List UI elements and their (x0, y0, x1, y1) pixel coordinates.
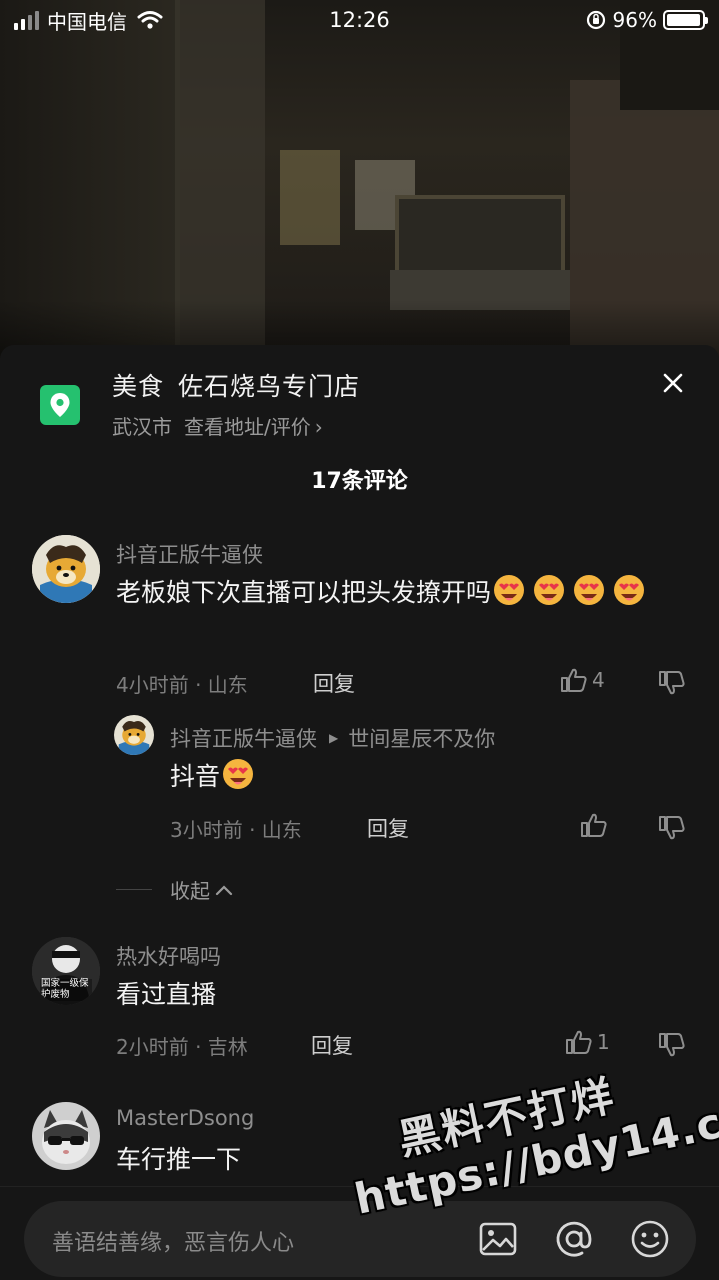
reply-button[interactable]: 回复 (311, 1030, 353, 1060)
reply-text: 抖音 (170, 757, 260, 797)
heart-eyes-emoji-icon (531, 573, 567, 607)
collapse-replies-button[interactable]: 收起 (116, 875, 234, 904)
reply-meta: 3小时前 · 山东 (170, 818, 302, 842)
status-bar: 中国电信 12:26 96% (0, 0, 719, 40)
avatar-caption: 国家一级保护废物 (41, 978, 89, 1000)
comment-text: 老板娘下次直播可以把头发撩开吗 (116, 573, 691, 613)
poi-category: 美食 (112, 372, 165, 401)
thumbs-down-icon[interactable] (658, 670, 686, 696)
poi-card[interactable]: 美食 佐石烧鸟专门店 武汉市 查看地址/评价 › (40, 367, 360, 440)
reply-author[interactable]: 抖音正版牛逼侠 (170, 723, 317, 753)
comment-input[interactable]: 善语结善缘，恶言伤人心 (24, 1201, 696, 1277)
comment-meta: 4小时前 · 山东 (116, 673, 248, 697)
avatar[interactable] (32, 1102, 100, 1170)
reply-arrow-icon: ▶ (329, 731, 339, 745)
comment-input-placeholder: 善语结善缘，恶言伤人心 (52, 1231, 295, 1256)
like-button[interactable]: 1 (565, 1029, 610, 1055)
battery-icon (663, 10, 708, 30)
like-button[interactable]: 4 (560, 667, 605, 693)
heart-eyes-emoji-icon (611, 573, 647, 607)
avatar[interactable]: 国家一级保护废物 (32, 937, 100, 1005)
comment-author[interactable]: 抖音正版牛逼侠 (116, 539, 263, 569)
chevron-right-icon: › (314, 415, 323, 439)
avatar[interactable] (32, 535, 100, 603)
comment-count: 17条评论 (311, 469, 408, 494)
comment-author[interactable]: MasterDsong (116, 1106, 254, 1130)
poi-city: 武汉市 (112, 415, 172, 439)
collapse-label: 收起 (170, 879, 210, 903)
location-pin-icon (40, 385, 80, 425)
heart-eyes-emoji-icon (571, 573, 607, 607)
like-count: 4 (592, 668, 605, 692)
background-photo (0, 0, 719, 360)
reply-author-line: 抖音正版牛逼侠 ▶ 世间星辰不及你 (170, 723, 495, 753)
thumbs-up-icon[interactable] (580, 812, 608, 838)
comment-input-bar: 善语结善缘，恶言伤人心 (0, 1186, 719, 1280)
image-icon[interactable] (476, 1217, 520, 1261)
chevron-up-icon (215, 884, 233, 895)
heart-eyes-emoji-icon (491, 573, 527, 607)
reply-body: 抖音 (170, 762, 221, 791)
at-icon[interactable] (552, 1217, 596, 1261)
clock: 12:26 (329, 8, 390, 32)
avatar[interactable] (114, 715, 154, 755)
comment-text: 看过直播 (116, 980, 217, 1009)
reply-button[interactable]: 回复 (367, 813, 409, 843)
emoji-icon[interactable] (628, 1217, 672, 1261)
comment-body: 老板娘下次直播可以把头发撩开吗 (116, 578, 492, 607)
heart-eyes-emoji-icon (220, 757, 256, 791)
comment-author[interactable]: 热水好喝吗 (116, 941, 221, 971)
divider (116, 889, 152, 890)
comment-meta: 2小时前 · 吉林 (116, 1035, 248, 1059)
reply-to-user[interactable]: 世间星辰不及你 (348, 723, 495, 753)
thumbs-up-icon (561, 668, 587, 692)
close-icon[interactable] (661, 371, 685, 395)
poi-name: 佐石烧鸟专门店 (178, 372, 361, 401)
thumbs-down-icon[interactable] (658, 815, 686, 841)
comment-text: 车行推一下 (116, 1145, 242, 1174)
poi-link[interactable]: 查看地址/评价 (184, 415, 311, 439)
reply-button[interactable]: 回复 (313, 668, 355, 698)
like-count: 1 (597, 1030, 610, 1054)
thumbs-up-icon (566, 1030, 592, 1054)
comments-sheet: 美食 佐石烧鸟专门店 武汉市 查看地址/评价 › 17条评论 抖音正版牛逼侠 老板娘 (0, 345, 719, 1280)
thumbs-down-icon[interactable] (658, 1032, 686, 1058)
